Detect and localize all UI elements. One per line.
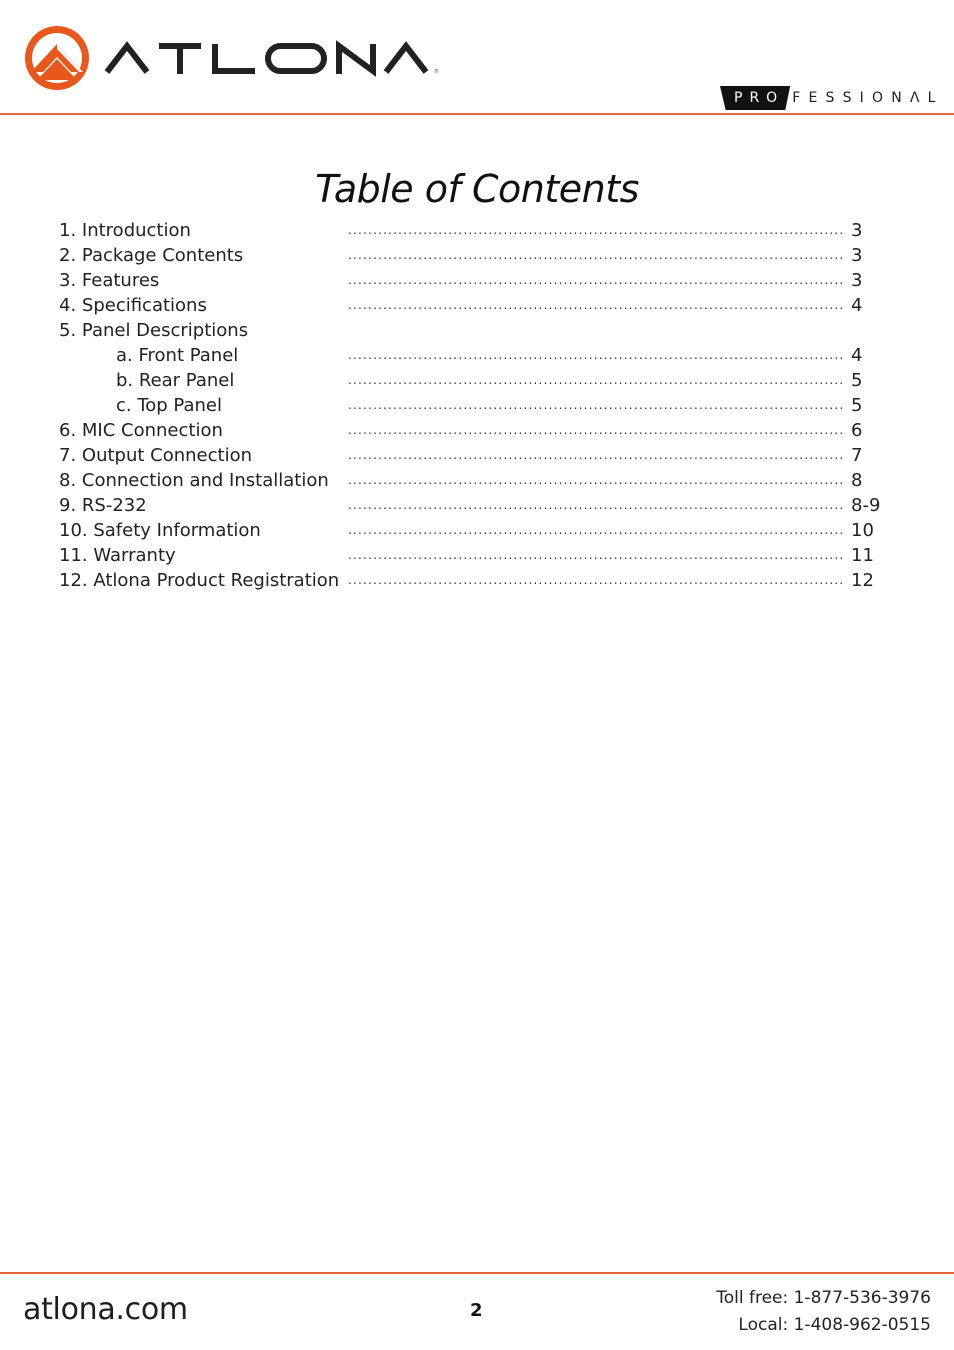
toc-leader-dots: ........................................… xyxy=(348,248,845,262)
header-divider xyxy=(0,113,954,115)
toc-entry[interactable]: 9. RS-232...............................… xyxy=(59,493,919,518)
toc-leader-dots: ........................................… xyxy=(348,298,845,312)
footer-divider xyxy=(0,1272,954,1274)
toc-leader-dots: ........................................… xyxy=(348,548,845,562)
toc-entry-page: 3 xyxy=(851,270,863,291)
toc-entry-label: 10. Safety Information xyxy=(59,520,261,541)
toc-entry[interactable]: c. Top Panel............................… xyxy=(59,393,919,418)
toc-leader-dots: ........................................… xyxy=(348,523,845,537)
toc-entry[interactable]: b. Rear Panel...........................… xyxy=(59,368,919,393)
toc-entry-page: 5 xyxy=(851,395,863,416)
toc-entry-label: 4. Specifications xyxy=(59,295,207,316)
toll-free-number: Toll free: 1-877-536-3976 xyxy=(716,1288,931,1308)
toc-entry[interactable]: 1. Introduction.........................… xyxy=(59,218,919,243)
toc-entry[interactable]: 7. Output Connection....................… xyxy=(59,443,919,468)
table-of-contents: 1. Introduction.........................… xyxy=(59,218,919,593)
atlona-wordmark xyxy=(104,40,429,77)
toc-entry[interactable]: 4. Specifications.......................… xyxy=(59,293,919,318)
page-number: 2 xyxy=(470,1300,483,1321)
toc-entry-label: 5. Panel Descriptions xyxy=(59,320,249,341)
toc-entry-page: 5 xyxy=(851,370,863,391)
toc-leader-dots: ........................................… xyxy=(348,448,845,462)
toc-entry-page: 12 xyxy=(851,570,874,591)
toc-entry-label: 3. Features xyxy=(59,270,160,291)
toc-entry[interactable]: 8. Connection and Installation..........… xyxy=(59,468,919,493)
toc-leader-dots: ........................................… xyxy=(348,373,845,387)
toc-entry-label: 2. Package Contents xyxy=(59,245,244,266)
toc-entry-page: 4 xyxy=(851,345,863,366)
toc-entry[interactable]: 11. Warranty............................… xyxy=(59,543,919,568)
toc-entry-label: 11. Warranty xyxy=(59,545,176,566)
toc-entry[interactable]: 2. Package Contents.....................… xyxy=(59,243,919,268)
toc-entry-page: 7 xyxy=(851,445,863,466)
toc-entry[interactable]: 6. MIC Connection.......................… xyxy=(59,418,919,443)
toc-entry-page: 4 xyxy=(851,295,863,316)
toc-entry-label: 6. MIC Connection xyxy=(59,420,223,441)
toc-entry-label: a. Front Panel xyxy=(116,345,239,366)
professional-badge-dark: PRO xyxy=(720,86,791,110)
atlona-emblem-icon xyxy=(25,26,89,90)
toc-leader-dots: ........................................… xyxy=(348,348,845,362)
toc-entry-page: 3 xyxy=(851,245,863,266)
toc-entry[interactable]: 10. Safety Information..................… xyxy=(59,518,919,543)
toc-entry-page: 6 xyxy=(851,420,863,441)
toc-entry-label: b. Rear Panel xyxy=(116,370,235,391)
toc-leader-dots: ........................................… xyxy=(348,498,845,512)
professional-badge-text: FESSIONΛL xyxy=(792,90,944,106)
toc-entry-page: 11 xyxy=(851,545,874,566)
toc-entry-page: 10 xyxy=(851,520,874,541)
toc-entry-label: 7. Output Connection xyxy=(59,445,252,466)
svg-text:®: ® xyxy=(434,68,439,75)
toc-entry-label: 8. Connection and Installation xyxy=(59,470,329,491)
toc-entry-page: 8 xyxy=(851,470,863,491)
toc-entry[interactable]: a. Front Panel..........................… xyxy=(59,343,919,368)
toc-entry-label: c. Top Panel xyxy=(116,395,222,416)
footer-contact: Toll free: 1-877-536-3976 Local: 1-408-9… xyxy=(716,1285,931,1339)
toc-entry-page: 3 xyxy=(851,220,863,241)
professional-badge: PRO FESSIONΛL xyxy=(720,86,944,110)
footer-website: atlona.com xyxy=(23,1292,188,1327)
toc-entry-page: 8-9 xyxy=(851,495,881,516)
toc-entry[interactable]: 3. Features.............................… xyxy=(59,268,919,293)
toc-leader-dots: ........................................… xyxy=(348,423,845,437)
page-title: Table of Contents xyxy=(315,167,639,212)
toc-entry[interactable]: 5. Panel Descriptions xyxy=(59,318,919,343)
toc-entry-label: 1. Introduction xyxy=(59,220,191,241)
toc-leader-dots: ........................................… xyxy=(348,573,845,587)
toc-entry[interactable]: 12. Atlona Product Registration.........… xyxy=(59,568,919,593)
local-number: Local: 1-408-962-0515 xyxy=(738,1315,931,1335)
toc-leader-dots: ........................................… xyxy=(348,473,845,487)
toc-leader-dots: ........................................… xyxy=(348,273,845,287)
toc-entry-label: 12. Atlona Product Registration xyxy=(59,570,340,591)
toc-entry-label: 9. RS-232 xyxy=(59,495,147,516)
toc-leader-dots: ........................................… xyxy=(348,223,845,237)
toc-leader-dots: ........................................… xyxy=(348,398,845,412)
atlona-logo: ® xyxy=(25,26,439,90)
